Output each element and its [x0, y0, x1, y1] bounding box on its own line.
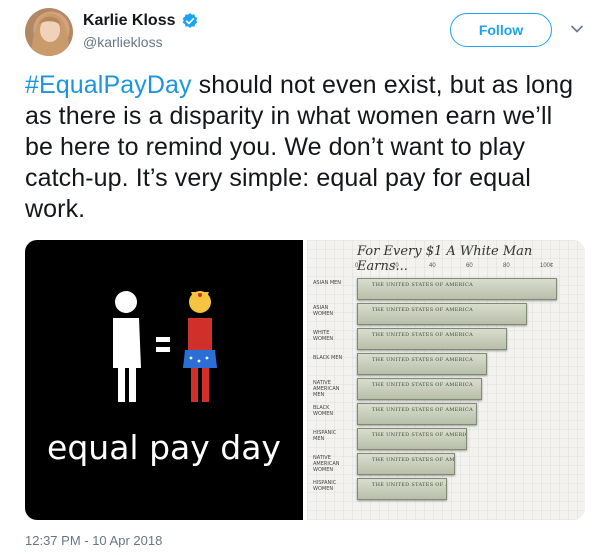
equal-pay-day-image[interactable]: equal pay day [25, 240, 303, 520]
dollar-bill-text: THE UNITED STATES OF AMERICA [372, 457, 455, 463]
name-block: Karlie Kloss @karliekloss [83, 12, 199, 50]
chart-row-label: HISPANIC WOMEN [313, 480, 337, 492]
dollar-bill: THE UNITED STATES OF AMERICA [357, 353, 487, 375]
chart-row-label: NATIVE AMERICAN WOMEN [313, 455, 340, 473]
chart-title: For Every $1 A White Man Earns... [357, 244, 533, 274]
chart-row-label: HISPANIC MEN [313, 430, 337, 442]
chart-row-label: ASIAN WOMEN [313, 305, 334, 317]
dollar-bill-text: THE UNITED STATES OF AMERICA [372, 407, 474, 413]
chart-tick-label: 0 [355, 263, 359, 269]
chart-row-label: NATIVE AMERICAN MEN [313, 380, 340, 398]
hashtag-link[interactable]: #EqualPayDay [25, 71, 192, 99]
dollar-bill: THE UNITED STATES OF AMERICA [357, 278, 557, 300]
dollar-bill: THE UNITED STATES OF AMERICA [357, 378, 482, 400]
equal-pay-day-caption: equal pay day [47, 428, 281, 467]
dollar-bill-text: THE UNITED STATES OF AMERICA [372, 282, 474, 288]
dollar-bill: THE UNITED STATES OF AMERICA [357, 303, 527, 325]
dollar-bill: THE UNITED STATES OF AMERICA [357, 403, 477, 425]
follow-button[interactable]: Follow [450, 13, 552, 47]
avatar[interactable] [25, 8, 73, 56]
pay-gap-dollar-chart-image[interactable]: For Every $1 A White Man Earns... 0 20 40 6… [307, 240, 585, 520]
chart-row-label: BLACK WOMEN [313, 405, 334, 417]
chart-tick-label: 20 [392, 263, 399, 269]
chart-row-label: BLACK MEN [313, 355, 343, 361]
dollar-bill: THE UNITED STATES OF AMERICA [357, 453, 455, 475]
verified-badge-icon [183, 13, 198, 28]
dollar-bill-text: THE UNITED STATES OF AMERICA [372, 307, 474, 313]
tweet-header: Karlie Kloss @karliekloss Follow [25, 8, 595, 56]
chart-row-label: ASIAN MEN [313, 280, 342, 286]
dollar-bill-text: THE UNITED STATES OF AMERICA [372, 382, 474, 388]
tweet-media[interactable]: equal pay day For Every $1 A White Man E… [25, 240, 585, 520]
tweet-timestamp[interactable]: 12:37 PM - 10 Apr 2018 [25, 533, 162, 548]
chart-tick-label: 40 [429, 263, 436, 269]
dollar-bill: THE UNITED STATES OF AMERICA [357, 428, 467, 450]
chevron-down-icon[interactable] [570, 22, 584, 36]
chart-tick-label: 100¢ [540, 263, 554, 269]
display-name[interactable]: Karlie Kloss [83, 12, 175, 30]
dollar-bill-text: THE UNITED STATES OF AMERICA [372, 357, 474, 363]
chart-tick-label: 80 [503, 263, 510, 269]
chart-tick-label: 60 [466, 263, 473, 269]
avatar-image [31, 14, 69, 56]
dollar-bill: THE UNITED STATES OF AMERICA [357, 328, 507, 350]
tweet-text: #EqualPayDay should not even exist, but … [25, 70, 585, 225]
dollar-bill: THE UNITED STATES OF AMERICA [357, 478, 447, 500]
user-handle[interactable]: @karliekloss [83, 34, 199, 50]
dollar-bill-text: THE UNITED STATES OF AMERICA [372, 432, 467, 438]
dollar-bill-text: THE UNITED STATES OF AMERICA [372, 482, 446, 488]
chart-row-label: WHITE WOMEN [313, 330, 334, 342]
equal-pay-figures-icon [113, 291, 217, 402]
dollar-bill-text: THE UNITED STATES OF AMERICA [372, 332, 474, 338]
